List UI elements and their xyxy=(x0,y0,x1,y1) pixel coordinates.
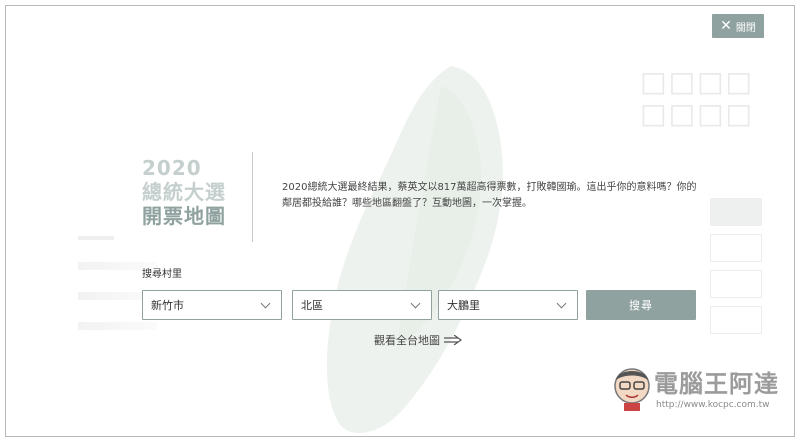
watermark-url: http://www.kocpc.com.tw xyxy=(656,400,770,410)
village-select[interactable]: 大鵬里 xyxy=(438,290,578,320)
search-label: 搜尋村里 xyxy=(142,269,182,280)
page-title: 2020 總統大選 開票地圖 xyxy=(142,156,252,228)
description-text: 2020總統大選最終結果，蔡英文以817萬超高得票數，打敗韓國瑜。這出乎你的意料… xyxy=(282,182,697,209)
watermark: 電腦王阿達 http://www.kocpc.com.tw xyxy=(610,362,790,418)
chevron-down-icon xyxy=(556,298,567,308)
district-select[interactable]: 北區 xyxy=(292,290,432,320)
mascot-logo-icon xyxy=(614,368,650,411)
title-line-election: 總統大選 xyxy=(142,180,226,204)
chevron-down-icon xyxy=(260,298,271,308)
close-button-label: 關閉 xyxy=(735,22,756,34)
view-all-map-label: 觀看全台地圖 xyxy=(374,334,440,347)
city-select[interactable]: 新竹市 xyxy=(142,290,282,320)
title-divider xyxy=(252,152,253,242)
title-year: 2020 xyxy=(142,156,202,180)
city-select-value: 新竹市 xyxy=(151,299,184,312)
view-all-map-link[interactable]: 觀看全台地圖 xyxy=(374,332,462,348)
chevron-down-icon xyxy=(410,298,421,308)
taiwan-map-background xyxy=(326,66,503,434)
app-frame: □□□□ □□□□ ✕ 關閉 2020 總統大選 開票地圖 2020總統大選最終… xyxy=(5,5,795,437)
background-ghost-buttons xyxy=(710,198,762,342)
watermark-text: 電腦王阿達 xyxy=(654,370,779,398)
title-line-map: 開票地圖 xyxy=(142,204,226,228)
district-select-value: 北區 xyxy=(301,299,323,312)
close-icon: ✕ xyxy=(720,18,732,34)
close-button[interactable]: ✕ 關閉 xyxy=(712,14,764,38)
village-select-value: 大鵬里 xyxy=(447,299,480,312)
background-ghost-title: □□□□ □□□□ xyxy=(640,65,754,130)
search-button[interactable]: 搜尋 xyxy=(586,290,696,320)
arrow-right-icon xyxy=(444,335,462,345)
